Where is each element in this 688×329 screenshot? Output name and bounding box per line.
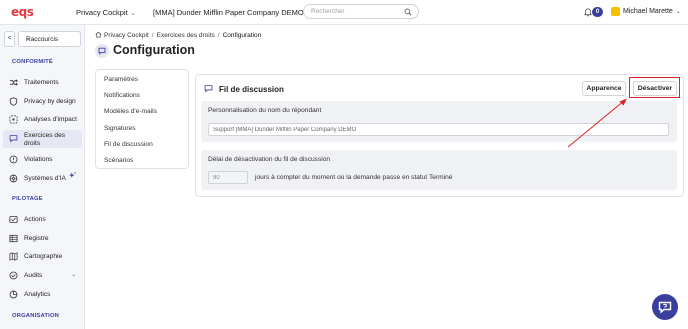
help-chat-button[interactable] [652, 294, 678, 320]
chat-icon [658, 301, 672, 314]
annotation-arrow [567, 98, 627, 148]
